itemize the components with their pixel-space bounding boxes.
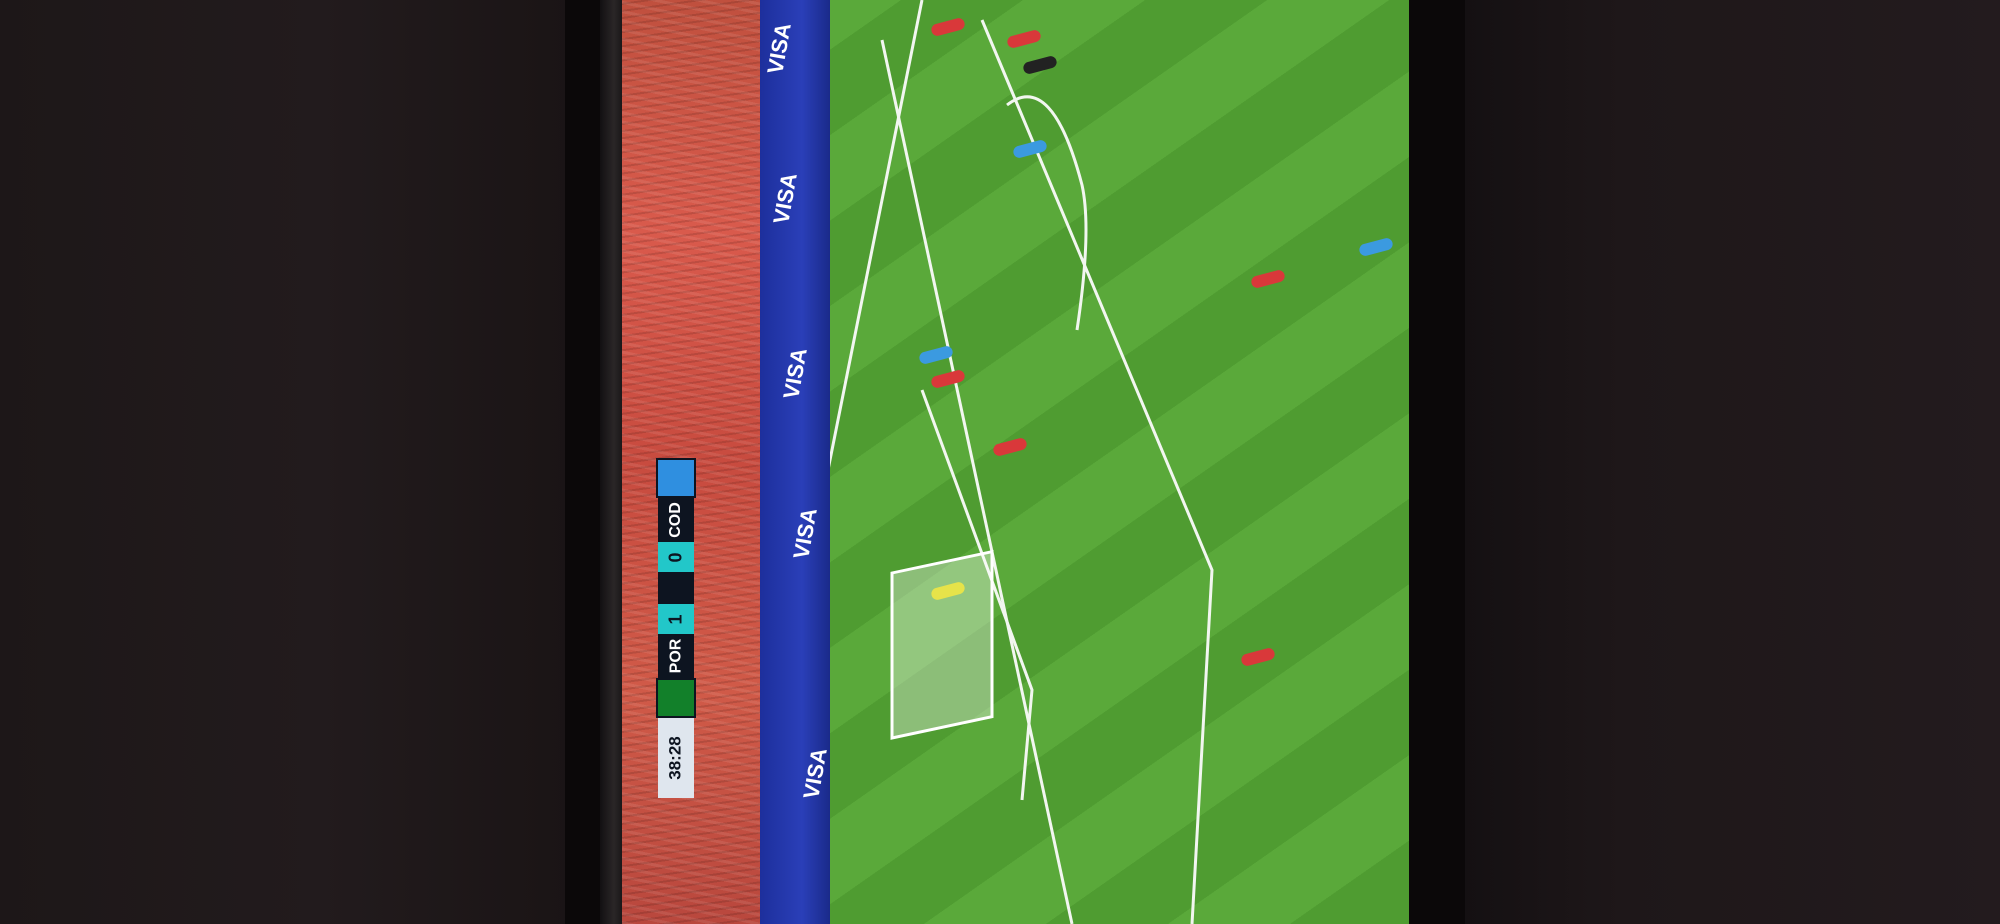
home-team-code: POR (658, 634, 694, 678)
tournament-logo-icon (658, 572, 694, 604)
stadium-crowd (622, 0, 772, 924)
home-score: 1 (658, 604, 694, 634)
tv-screen: VISA VISA VISA VISA VISA (622, 0, 1409, 924)
football-pitch (810, 0, 1409, 924)
match-clock: 38:28 (658, 718, 694, 798)
away-score: 0 (658, 542, 694, 572)
room-wall-right (1460, 0, 2000, 924)
away-team-code: COD (658, 498, 694, 542)
goal-net (890, 549, 994, 740)
sponsor-ad-board: VISA VISA VISA VISA VISA (760, 0, 832, 924)
score-graphic: COD 0 1 POR 38:28 (656, 458, 696, 910)
pitch-markings (810, 0, 1214, 924)
sponsor-text-3: VISA (778, 346, 812, 401)
sponsor-logos: VISA VISA VISA VISA VISA (762, 21, 832, 801)
sponsor-text-2: VISA (768, 171, 802, 226)
home-flag-icon (656, 678, 696, 718)
sponsor-text-4: VISA (788, 506, 822, 561)
sponsor-text-5: VISA (798, 746, 830, 801)
away-flag-icon (656, 458, 696, 498)
penalty-arc (1006, 95, 1088, 331)
sponsor-text-1: VISA (762, 21, 796, 76)
goal-line (880, 39, 1074, 924)
room-wall-left (0, 0, 580, 924)
